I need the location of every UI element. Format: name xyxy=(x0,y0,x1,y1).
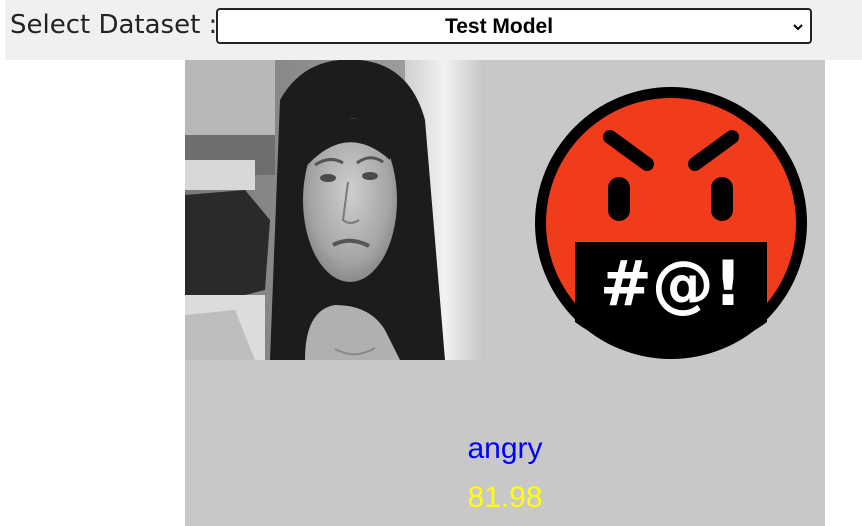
chevron-down-icon xyxy=(793,24,803,31)
face-photo xyxy=(185,60,485,360)
top-bar: Select Dataset : Test Model xyxy=(5,0,862,60)
result-panel: #@! angry 81.98 xyxy=(185,60,825,526)
dataset-select-value: Test Model xyxy=(444,15,554,38)
confidence-score: 81.98 xyxy=(467,481,543,514)
dataset-select[interactable]: Test Model xyxy=(216,8,812,44)
angry-face-emoji-icon: #@! xyxy=(535,87,807,359)
emoji-symbols: #@! xyxy=(600,247,742,320)
select-dataset-label: Select Dataset : xyxy=(10,10,218,40)
emotion-label: angry xyxy=(467,432,543,465)
